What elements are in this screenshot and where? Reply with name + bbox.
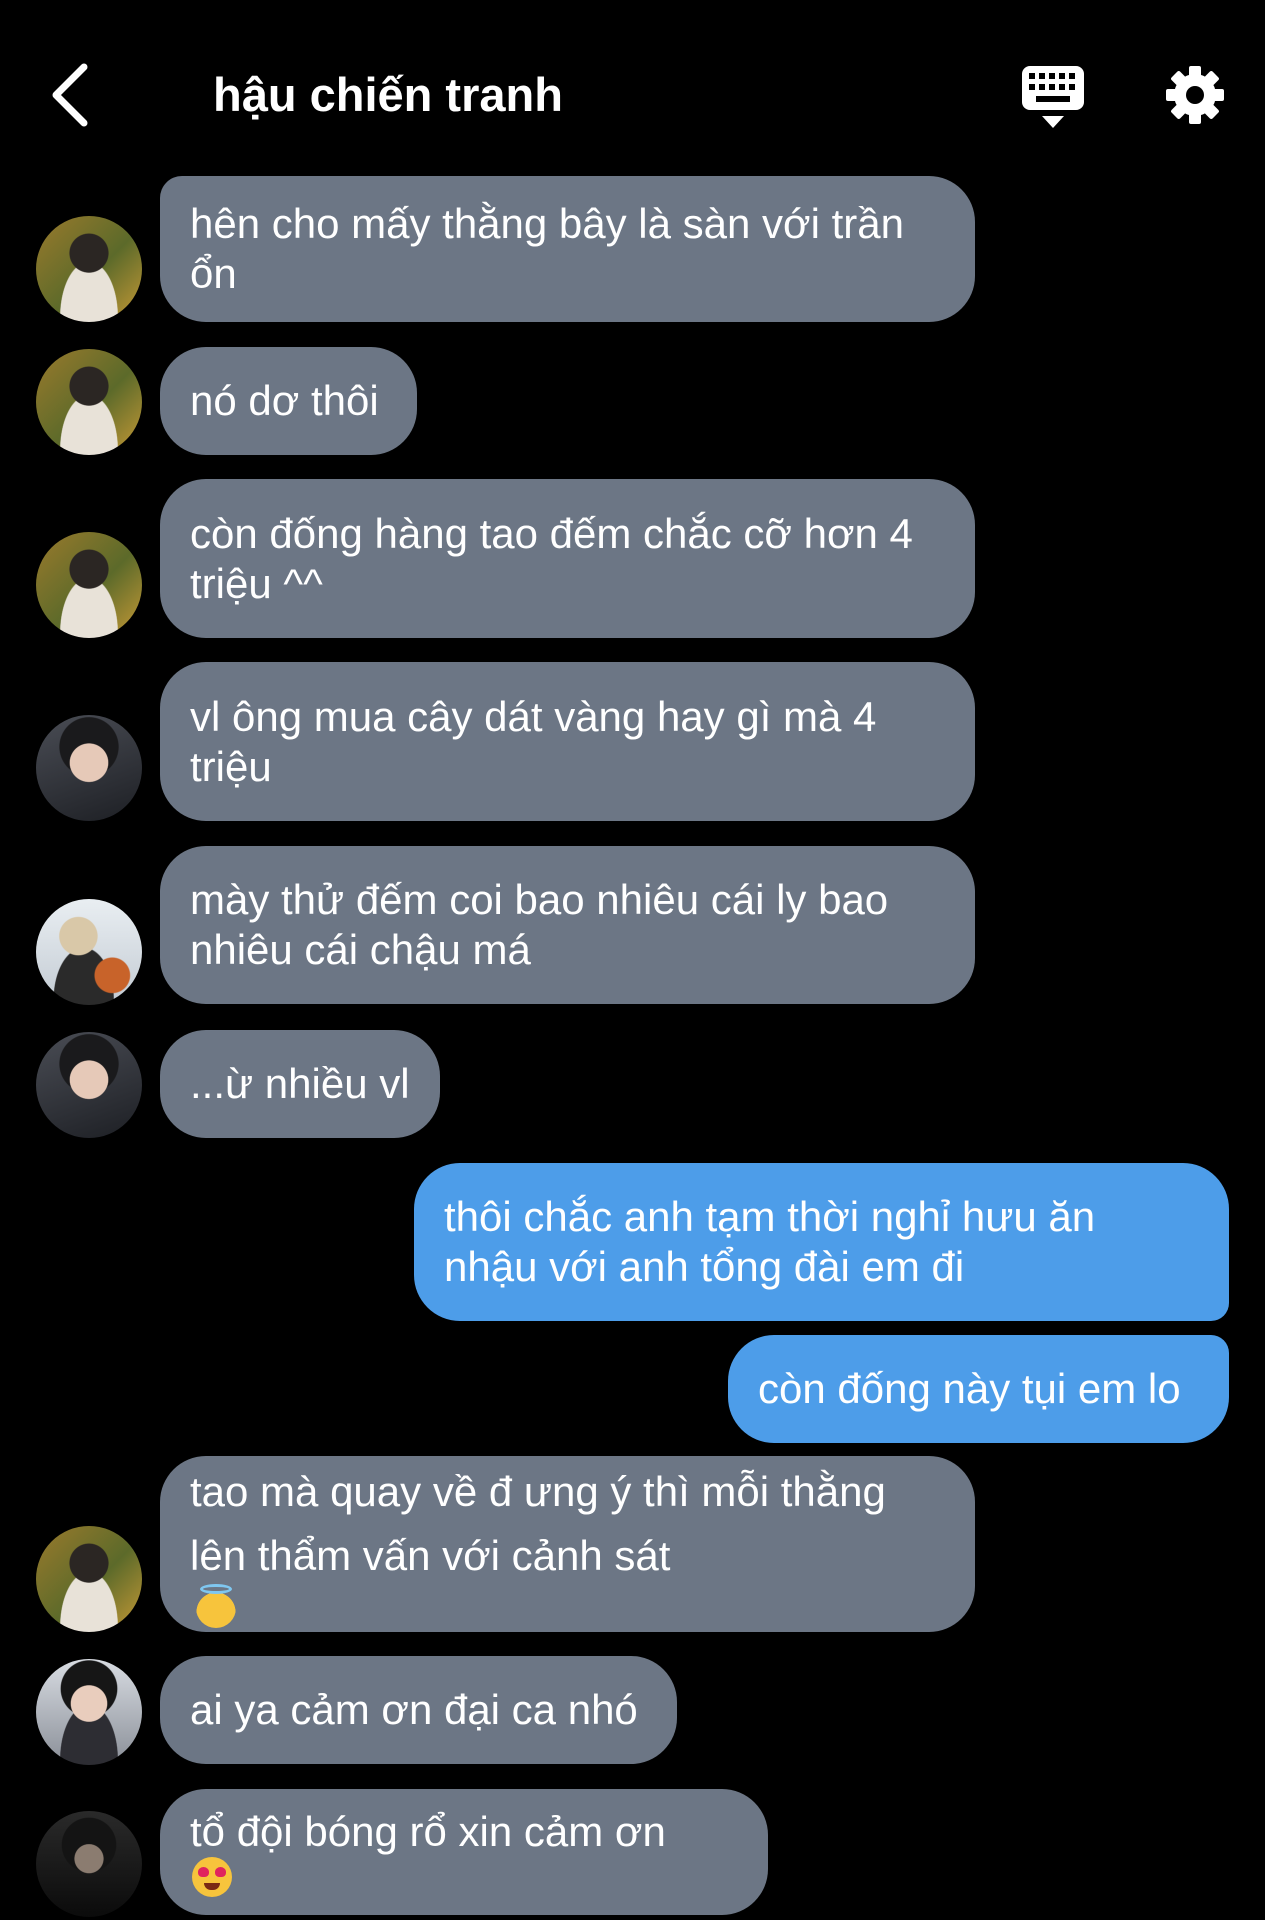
chat-header: hậu chiến tranh [0,0,1265,180]
message-bubble-outgoing[interactable]: thôi chắc anh tạm thời nghỉ hưu ăn nhậu … [414,1163,1229,1321]
message-bubble[interactable]: vl ông mua cây dát vàng hay gì mà 4 triệ… [160,662,975,821]
message-bubble[interactable]: ai ya cảm ơn đại ca nhó [160,1656,677,1764]
message-bubble[interactable]: ...ừ nhiều vl [160,1030,440,1138]
avatar[interactable] [36,1032,142,1138]
message-bubble-outgoing[interactable]: còn đống này tụi em lo [728,1335,1229,1443]
message-text: mày thử đếm coi bao nhiêu cái ly bao nhi… [190,876,889,973]
smiling-face-with-halo-emoji [196,1584,236,1628]
message-bubble[interactable]: còn đống hàng tao đếm chắc cỡ hơn 4 triệ… [160,479,975,638]
message-text: nó dơ thôi [190,377,379,424]
message-text: tổ đội bóng rổ xin cảm ơn [190,1807,666,1897]
back-button[interactable] [40,55,100,135]
avatar[interactable] [36,715,142,821]
avatar[interactable] [36,216,142,322]
avatar[interactable] [36,532,142,638]
avatar[interactable] [36,1659,142,1765]
keyboard-button[interactable] [1020,64,1086,130]
message-text-content: tổ đội bóng rổ xin cảm ơn [190,1808,666,1855]
message-bubble[interactable]: nó dơ thôi [160,347,417,455]
message-bubble[interactable]: tổ đội bóng rổ xin cảm ơn [160,1789,768,1915]
message-text: vl ông mua cây dát vàng hay gì mà 4 triệ… [190,692,877,790]
avatar[interactable] [36,1526,142,1632]
message-bubble[interactable]: hên cho mấy thằng bây là sàn với trần ổn [160,176,975,322]
message-text: hên cho mấy thằng bây là sàn với trần ổn [190,200,904,297]
message-text: thôi chắc anh tạm thời nghỉ hưu ăn nhậu … [444,1193,1096,1290]
avatar[interactable] [36,1811,142,1917]
avatar[interactable] [36,899,142,1005]
avatar[interactable] [36,349,142,455]
keyboard-icon [1022,66,1084,128]
settings-button[interactable] [1164,64,1226,126]
chat-title: hậu chiến tranh [213,68,563,121]
message-text: tao mà quay về đ ưng ý thì mỗi thằng lên… [190,1460,886,1628]
chevron-left-icon [52,63,88,127]
heart-eyes-emoji [192,1857,232,1897]
message-text-content: tao mà quay về đ ưng ý thì mỗi thằng lên… [190,1468,886,1579]
message-text: ...ừ nhiều vl [190,1060,410,1107]
message-bubble[interactable]: tao mà quay về đ ưng ý thì mỗi thằng lên… [160,1456,975,1632]
message-text: ai ya cảm ơn đại ca nhó [190,1686,638,1733]
message-text: còn đống này tụi em lo [758,1365,1181,1412]
message-text: còn đống hàng tao đếm chắc cỡ hơn 4 triệ… [190,509,913,607]
message-bubble[interactable]: mày thử đếm coi bao nhiêu cái ly bao nhi… [160,846,975,1004]
gear-icon [1166,66,1224,124]
